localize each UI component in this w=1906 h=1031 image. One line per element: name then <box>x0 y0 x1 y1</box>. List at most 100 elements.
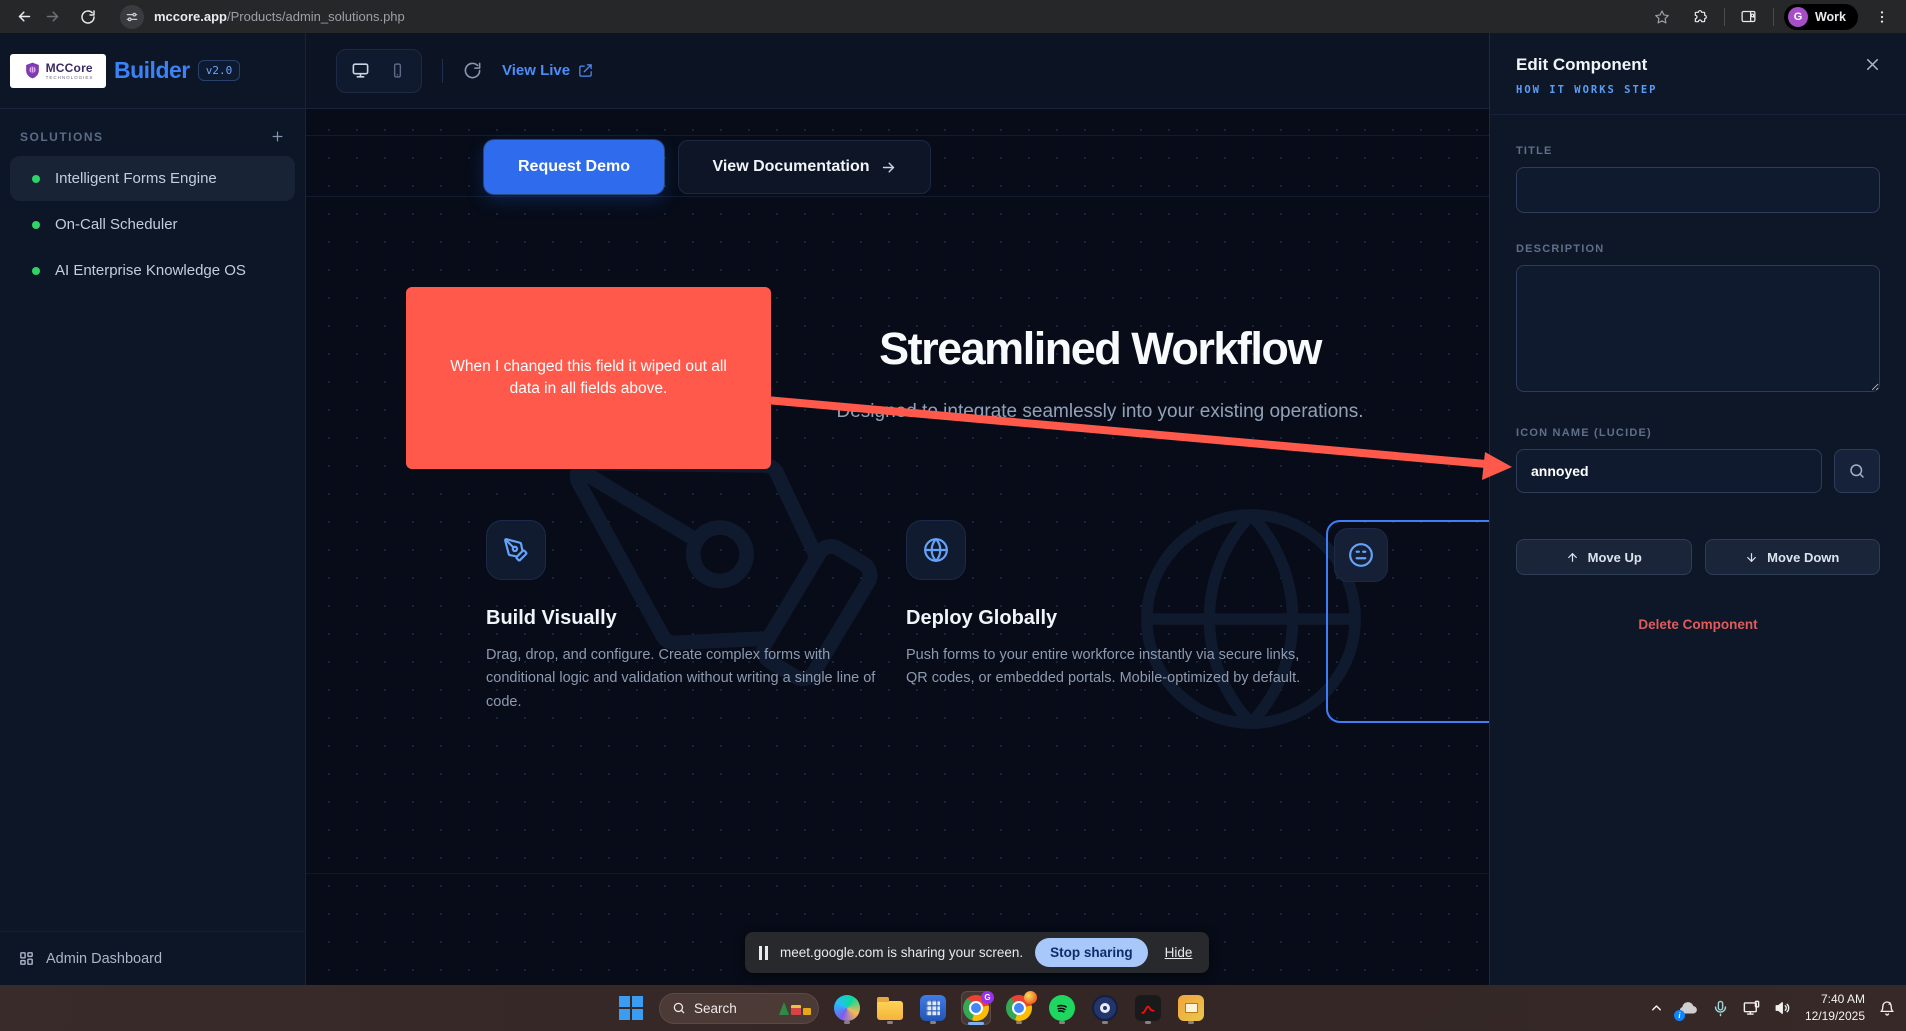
taskbar-file-explorer[interactable] <box>875 991 905 1025</box>
url-path: /Products/admin_solutions.php <box>227 9 405 24</box>
screen-share-tray-button[interactable] <box>1742 999 1761 1018</box>
star-icon <box>1654 9 1670 25</box>
onedrive-tray-button[interactable]: i <box>1677 997 1699 1019</box>
move-up-button[interactable]: Move Up <box>1516 539 1692 575</box>
divider <box>1490 114 1906 115</box>
hide-banner-link[interactable]: Hide <box>1165 945 1193 960</box>
microphone-tray-button[interactable] <box>1712 1000 1729 1017</box>
stop-sharing-button[interactable]: Stop sharing <box>1035 938 1148 967</box>
folder-icon <box>877 1001 903 1020</box>
tray-chevron-button[interactable] <box>1649 1001 1664 1016</box>
taskbar-acrobat[interactable] <box>1133 991 1163 1025</box>
sidebar-section-title: SOLUTIONS <box>20 130 104 144</box>
taskbar-mail-app[interactable] <box>1176 991 1206 1025</box>
icon-search-button[interactable] <box>1834 449 1880 493</box>
divider <box>442 59 443 83</box>
move-down-button[interactable]: Move Down <box>1705 539 1881 575</box>
preview-toolbar: View Live <box>306 33 1489 109</box>
request-demo-label: Request Demo <box>518 158 630 176</box>
move-down-label: Move Down <box>1767 550 1839 565</box>
profile-avatar: G <box>1788 7 1808 27</box>
builder-app: MCCore TECHNOLOGIES Builder v2.0 SOLUTIO… <box>0 33 1906 985</box>
view-live-link[interactable]: View Live <box>502 62 593 79</box>
request-demo-button[interactable]: Request Demo <box>484 140 664 194</box>
arrow-down-icon <box>1745 551 1758 564</box>
site-info-button[interactable] <box>120 5 144 29</box>
refresh-icon <box>463 61 482 80</box>
view-documentation-label: View Documentation <box>712 158 869 176</box>
view-documentation-button[interactable]: View Documentation <box>678 140 931 194</box>
desktop-preview-button[interactable] <box>342 55 379 87</box>
admin-dashboard-link[interactable]: Admin Dashboard <box>0 931 305 985</box>
sidebar-item-ai-enterprise-knowledge-os[interactable]: AI Enterprise Knowledge OS <box>10 248 295 293</box>
card-title: Build Visually <box>486 607 886 630</box>
add-solution-button[interactable] <box>270 129 285 144</box>
card-body: Drag, drop, and configure. Create comple… <box>486 644 884 714</box>
icon-name-input[interactable] <box>1516 449 1822 493</box>
annoyed-icon <box>1348 542 1374 568</box>
arrow-up-icon <box>1566 551 1579 564</box>
close-panel-button[interactable] <box>1863 55 1882 74</box>
back-arrow-icon <box>16 8 33 25</box>
holiday-gifts-graphic <box>779 1002 811 1015</box>
clock[interactable]: 7:40 AM 12/19/2025 <box>1805 991 1865 1025</box>
logo-name: MCCore <box>46 61 94 75</box>
device-toggle-group <box>336 49 422 93</box>
card-icon-tile <box>486 520 546 580</box>
section-divider <box>306 873 1489 874</box>
refresh-preview-button[interactable] <box>463 61 482 80</box>
feature-card-selected[interactable] <box>1326 520 1489 723</box>
mobile-preview-button[interactable] <box>379 55 416 87</box>
edit-component-panel: Edit Component HOW IT WORKS STEP TITLE D… <box>1489 33 1906 985</box>
1password-icon <box>1092 995 1118 1021</box>
taskbar-copilot[interactable] <box>832 991 862 1025</box>
card-body: Push forms to your entire workforce inst… <box>906 644 1304 691</box>
start-button[interactable] <box>616 991 646 1025</box>
profile-name: Work <box>1815 10 1846 24</box>
section-heading: Streamlined Workflow <box>879 323 1321 375</box>
smartphone-icon <box>389 62 406 79</box>
pen-tool-icon <box>503 537 529 563</box>
feature-card-deploy-globally[interactable]: Deploy Globally Push forms to your entir… <box>906 520 1306 691</box>
arrow-right-icon <box>880 159 897 176</box>
sidebar-item-label: AI Enterprise Knowledge OS <box>55 262 246 279</box>
status-dot-icon <box>32 267 40 275</box>
screen-share-icon <box>1742 999 1761 1018</box>
left-column: MCCore TECHNOLOGIES Builder v2.0 SOLUTIO… <box>0 33 306 985</box>
sidebar-item-intelligent-forms-engine[interactable]: Intelligent Forms Engine <box>10 156 295 201</box>
bookmark-star-button[interactable] <box>1648 3 1676 31</box>
browser-profile-button[interactable]: G Work <box>1784 4 1858 30</box>
tray-time: 7:40 AM <box>1805 991 1865 1008</box>
side-panel-button[interactable] <box>1735 3 1763 31</box>
sidebar-item-on-call-scheduler[interactable]: On-Call Scheduler <box>10 202 295 247</box>
taskbar-spotify[interactable] <box>1047 991 1077 1025</box>
description-textarea[interactable] <box>1516 265 1880 392</box>
volume-tray-button[interactable] <box>1774 999 1792 1017</box>
sidebar-item-label: Intelligent Forms Engine <box>55 170 217 187</box>
browser-forward-button[interactable] <box>38 3 66 31</box>
browser-menu-button[interactable] <box>1868 3 1896 31</box>
title-input[interactable] <box>1516 167 1880 213</box>
taskbar-1password[interactable] <box>1090 991 1120 1025</box>
extensions-button[interactable] <box>1686 3 1714 31</box>
taskbar-chrome-active[interactable]: G <box>961 991 991 1025</box>
delete-component-button[interactable]: Delete Component <box>1516 617 1880 632</box>
taskbar-calculator[interactable] <box>918 991 948 1025</box>
taskbar-chrome-second[interactable] <box>1004 991 1034 1025</box>
windows-taskbar: Search G <box>0 985 1906 1031</box>
profile-badge-g: G <box>981 991 994 1004</box>
chrome-icon: G <box>963 995 989 1021</box>
mccore-shield-icon <box>23 61 42 80</box>
feature-card-build-visually[interactable]: Build Visually Drag, drop, and configure… <box>486 520 886 714</box>
mail-app-icon <box>1178 995 1204 1021</box>
pause-icon[interactable] <box>759 946 768 960</box>
address-bar[interactable]: mccore.app/Products/admin_solutions.php <box>154 9 405 24</box>
notification-bell-button[interactable]: z <box>1878 999 1896 1017</box>
taskbar-search-box[interactable]: Search <box>659 993 819 1024</box>
search-icon <box>672 1001 686 1015</box>
icon-name-field-label: ICON NAME (LUCIDE) <box>1516 427 1880 439</box>
panel-title: Edit Component <box>1516 55 1880 75</box>
browser-reload-button[interactable] <box>74 3 102 31</box>
copilot-icon <box>834 995 860 1021</box>
browser-back-button[interactable] <box>10 3 38 31</box>
